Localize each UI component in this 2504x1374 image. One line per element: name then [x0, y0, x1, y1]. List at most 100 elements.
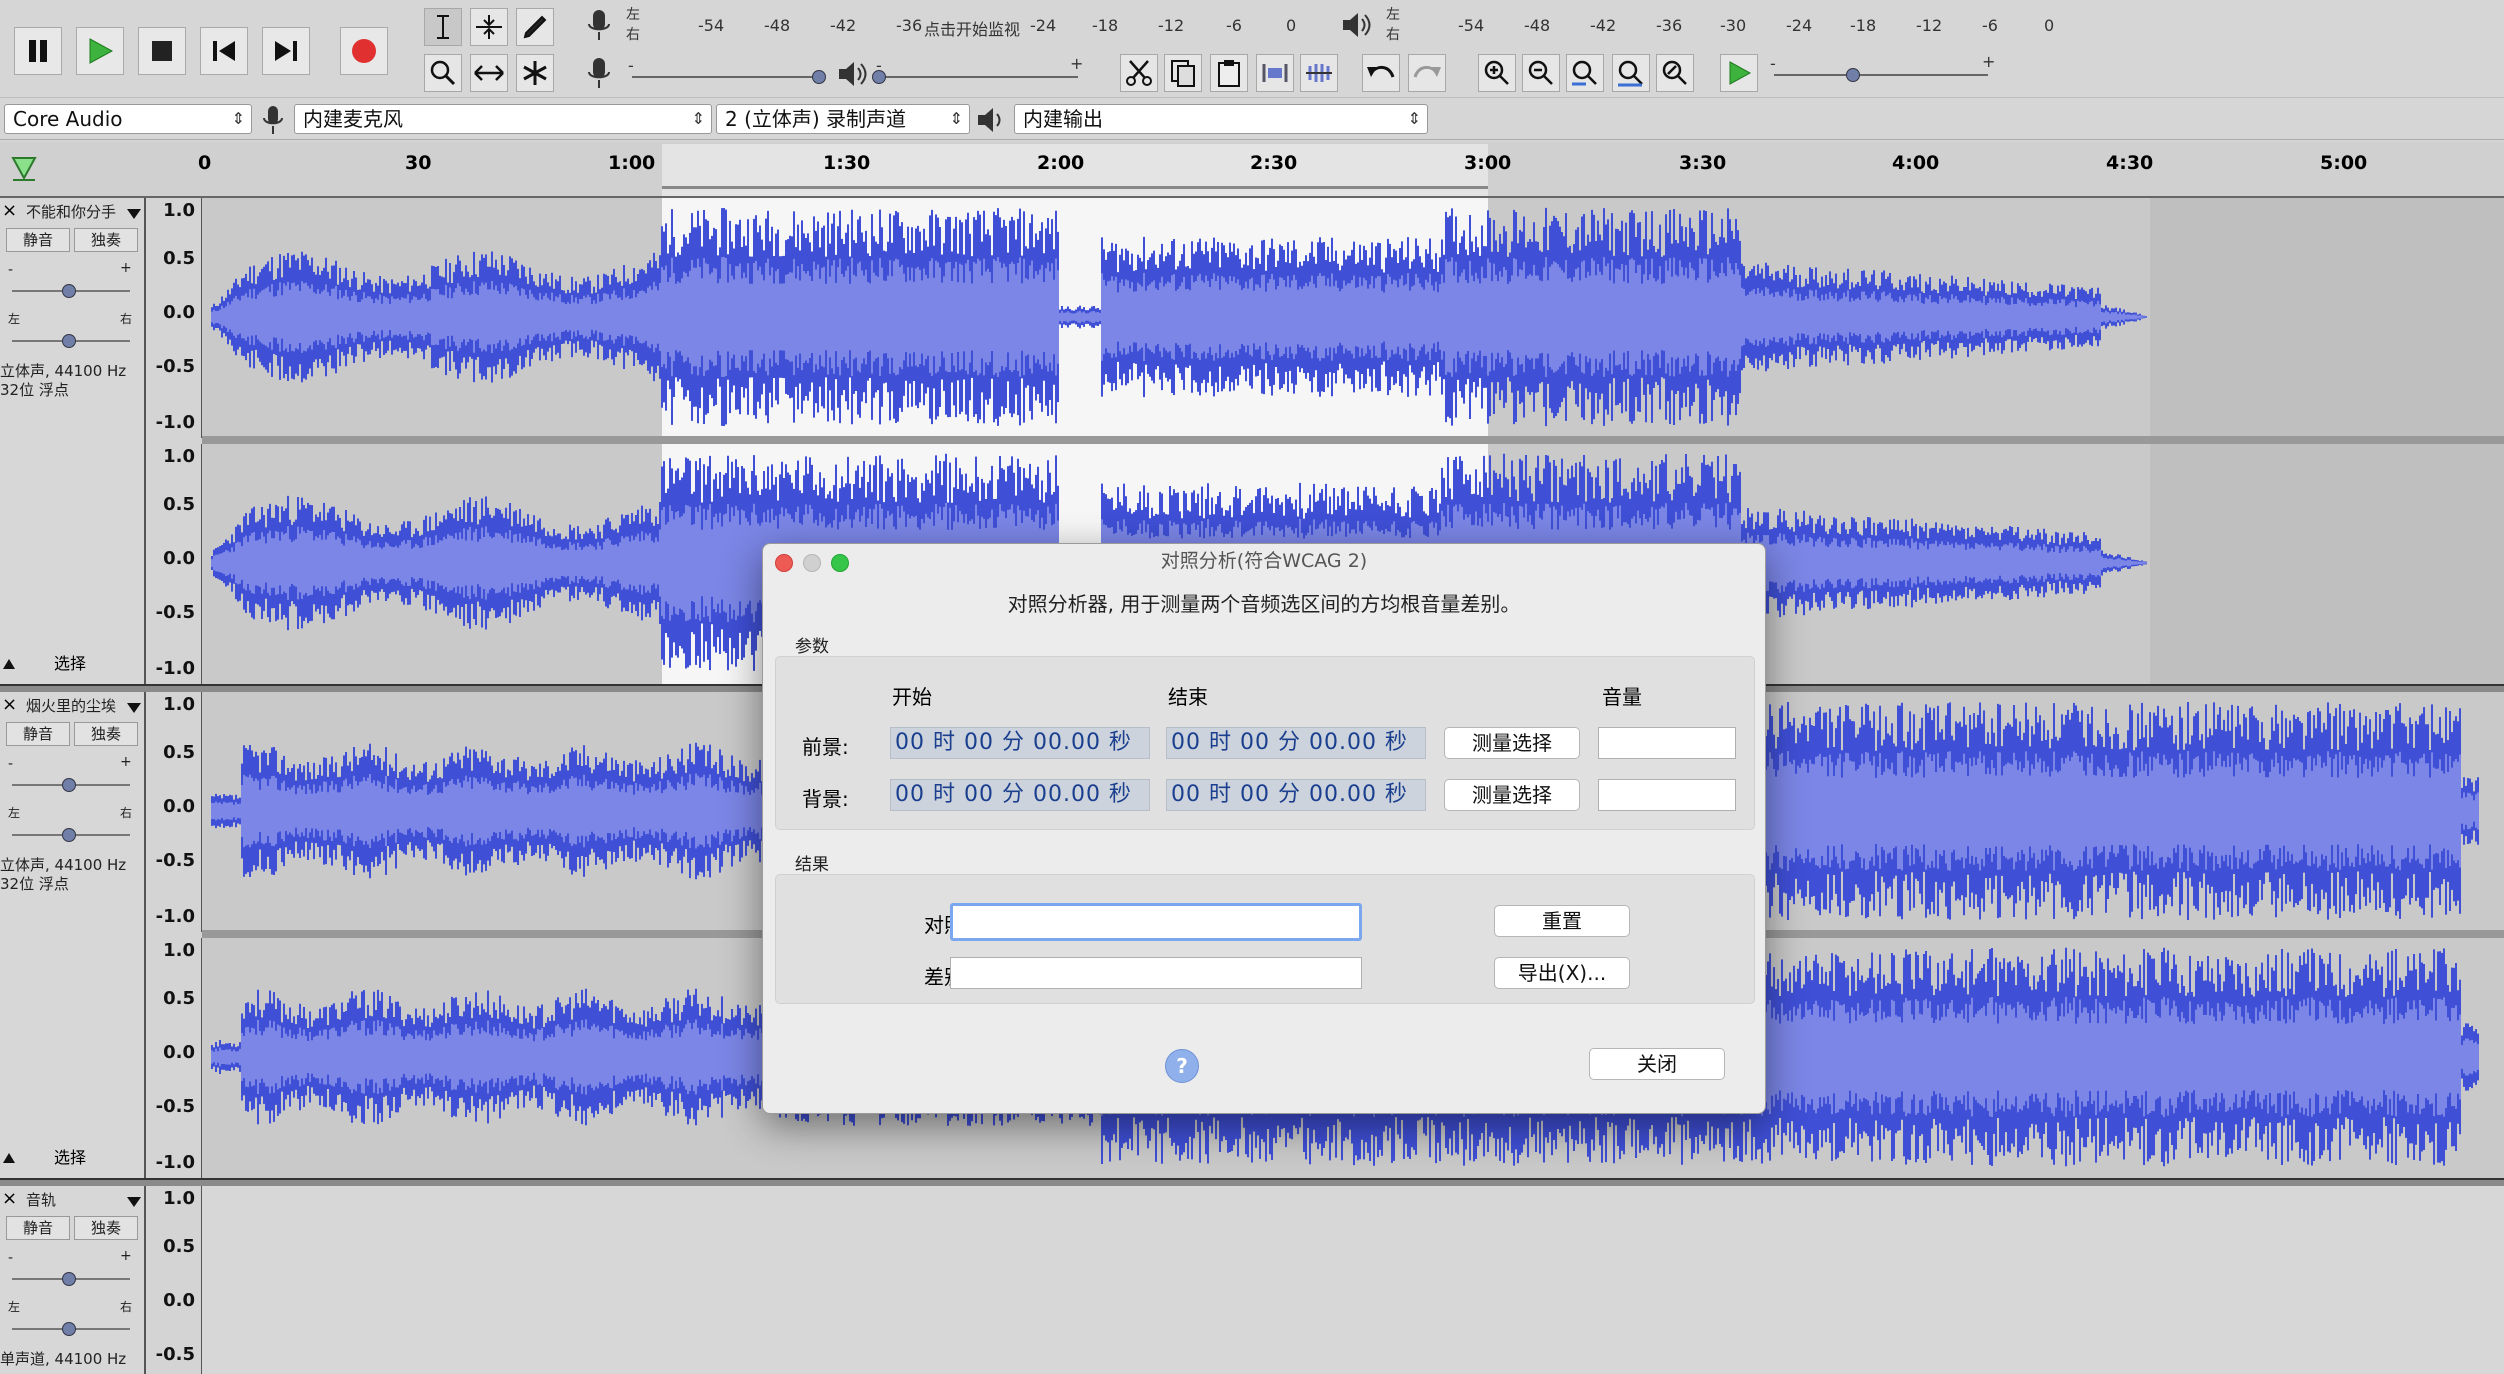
play-at-speed-button[interactable]	[1720, 54, 1758, 92]
slider-knob[interactable]	[872, 70, 886, 84]
pan-slider-knob[interactable]	[62, 828, 76, 842]
track-control-panel[interactable]: × 不能和你分手 静音 独奏 - + 左 右 立体声, 44100 Hz 32位…	[0, 198, 146, 684]
background-end-time[interactable]: 00 时 00 分 00.00 秒	[1166, 779, 1426, 811]
slider-knob[interactable]	[1846, 68, 1860, 82]
track-menu-arrow-icon[interactable]	[126, 1196, 142, 1208]
measure-background-button[interactable]: 测量选择	[1444, 779, 1580, 811]
recording-device-select[interactable]: 内建麦克风	[294, 104, 712, 134]
record-meter[interactable]: 左 右 -54 -48 -42 -36 点击开始监视 -24 -18 -12 -…	[622, 2, 1302, 46]
pause-icon	[29, 40, 47, 62]
draw-tool[interactable]	[516, 8, 554, 46]
meter-tick: -54	[1458, 16, 1485, 35]
collapse-track-icon[interactable]	[2, 1152, 16, 1164]
audio-host-select[interactable]: Core Audio	[4, 104, 252, 134]
meter-tick: -12	[1916, 16, 1943, 35]
foreground-volume-field[interactable]	[1598, 727, 1736, 759]
playback-speed-slider[interactable]: - +	[1770, 52, 1995, 88]
contrast-result-field[interactable]	[950, 903, 1362, 941]
track-title[interactable]: 音轨	[22, 1188, 130, 1212]
skip-to-end-button[interactable]	[262, 27, 310, 75]
measure-foreground-button[interactable]: 测量选择	[1444, 727, 1580, 759]
zoom-out-button[interactable]	[1522, 54, 1560, 92]
stop-button[interactable]	[138, 27, 186, 75]
input-volume-slider[interactable]: -	[628, 56, 828, 90]
record-button[interactable]	[340, 27, 388, 75]
recording-channels-select[interactable]: 2 (立体声) 录制声道	[716, 104, 970, 134]
silence-audio-button[interactable]	[1300, 54, 1338, 92]
track-title[interactable]: 烟火里的尘埃	[22, 694, 130, 718]
meter-tick: -24	[1030, 16, 1057, 35]
i-beam-icon	[437, 15, 449, 39]
cut-button[interactable]	[1120, 54, 1158, 92]
help-button[interactable]: ?	[1165, 1049, 1199, 1083]
playback-device-select[interactable]: 内建输出	[1014, 104, 1428, 134]
time-shift-tool[interactable]	[470, 54, 508, 92]
timeline-ruler[interactable]: 0 30 1:00 1:30 2:00 2:30 3:00 3:30 4:00 …	[0, 142, 2504, 198]
foreground-end-time[interactable]: 00 时 00 分 00.00 秒	[1166, 727, 1426, 759]
select-track-button[interactable]: 选择	[20, 1146, 120, 1170]
copy-button[interactable]	[1164, 54, 1202, 92]
select-track-button[interactable]: 选择	[20, 652, 120, 676]
mute-button[interactable]: 静音	[6, 722, 70, 746]
skip-end-icon	[275, 41, 297, 61]
trim-audio-button[interactable]	[1256, 54, 1294, 92]
play-button[interactable]	[76, 27, 124, 75]
track-close-icon[interactable]: ×	[2, 1188, 17, 1209]
envelope-tool[interactable]	[470, 8, 508, 46]
solo-button[interactable]: 独奏	[74, 1216, 138, 1240]
close-button[interactable]: 关闭	[1589, 1048, 1725, 1080]
foreground-start-time[interactable]: 00 时 00 分 00.00 秒	[890, 727, 1150, 759]
track-close-icon[interactable]: ×	[2, 694, 17, 715]
zoom-in-button[interactable]	[1478, 54, 1516, 92]
slider-knob[interactable]	[812, 70, 826, 84]
background-start-time[interactable]: 00 时 00 分 00.00 秒	[890, 779, 1150, 811]
difference-field[interactable]	[950, 957, 1362, 989]
meter-tick: -36	[1656, 16, 1683, 35]
output-volume-slider[interactable]: - +	[872, 54, 1084, 90]
undo-button[interactable]	[1362, 54, 1400, 92]
paste-button[interactable]	[1210, 54, 1248, 92]
zoom-toggle-button[interactable]	[1656, 54, 1694, 92]
export-button[interactable]: 导出(X)...	[1494, 957, 1630, 989]
solo-button[interactable]: 独奏	[74, 228, 138, 252]
scale-label: 0.0	[163, 302, 195, 323]
scale-label: 1.0	[163, 694, 195, 715]
playback-meter-speaker-icon[interactable]	[1340, 10, 1372, 40]
mute-button[interactable]: 静音	[6, 1216, 70, 1240]
multi-tool[interactable]	[516, 54, 554, 92]
scale-label: 1.0	[163, 1188, 195, 1209]
meter-tick: -6	[1226, 16, 1242, 35]
pan-slider-knob[interactable]	[62, 334, 76, 348]
mute-button[interactable]: 静音	[6, 228, 70, 252]
gain-slider-knob[interactable]	[62, 284, 76, 298]
empty-track-area[interactable]	[202, 1186, 2504, 1374]
collapse-track-icon[interactable]	[2, 658, 16, 670]
track-control-panel[interactable]: × 烟火里的尘埃 静音 独奏 - + 左 右 立体声, 44100 Hz 32位…	[0, 692, 146, 1178]
monitor-hint[interactable]: 点击开始监视	[924, 16, 1020, 40]
meter-right-label: 右	[626, 27, 640, 43]
gain-slider-knob[interactable]	[62, 1272, 76, 1286]
background-volume-field[interactable]	[1598, 779, 1736, 811]
record-meter-mic-icon[interactable]	[584, 8, 614, 42]
track-control-panel[interactable]: × 音轨 静音 独奏 - + 左 右 单声道, 44100 Hz	[0, 1186, 146, 1374]
selection-tool[interactable]	[424, 8, 462, 46]
track-title[interactable]: 不能和你分手	[22, 200, 130, 224]
gain-slider-knob[interactable]	[62, 778, 76, 792]
pause-button[interactable]	[14, 27, 62, 75]
zoom-tool[interactable]	[424, 54, 462, 92]
scissors-icon	[1126, 60, 1152, 86]
track-close-icon[interactable]: ×	[2, 200, 17, 221]
trim-icon	[1262, 64, 1288, 82]
fit-selection-button[interactable]	[1566, 54, 1604, 92]
playback-meter[interactable]: 左 右 -54 -48 -42 -36 -30 -24 -18 -12 -6 0	[1380, 2, 2060, 46]
pan-slider-knob[interactable]	[62, 1322, 76, 1336]
amplitude-scale: 1.0 0.5 0.0 -0.5 -1.0	[146, 444, 202, 684]
track-menu-arrow-icon[interactable]	[126, 208, 142, 220]
track-menu-arrow-icon[interactable]	[126, 702, 142, 714]
fit-project-button[interactable]	[1612, 54, 1650, 92]
timeline-tick-label: 30	[405, 152, 432, 174]
skip-to-start-button[interactable]	[200, 27, 248, 75]
reset-button[interactable]: 重置	[1494, 905, 1630, 937]
redo-button[interactable]	[1408, 54, 1446, 92]
solo-button[interactable]: 独奏	[74, 722, 138, 746]
